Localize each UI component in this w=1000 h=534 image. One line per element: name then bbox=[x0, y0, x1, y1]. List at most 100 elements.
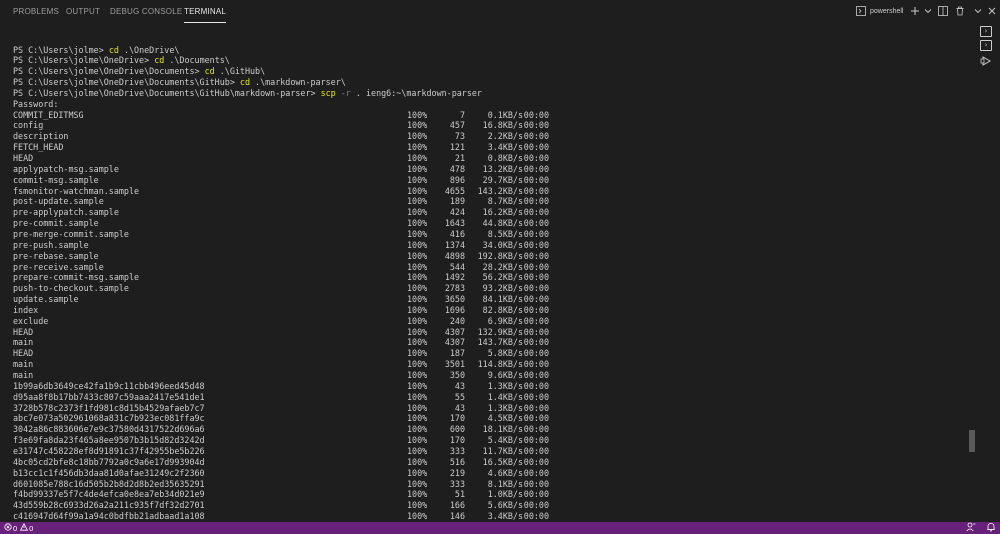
transfer-time: 00:00 bbox=[523, 239, 549, 250]
tab-output[interactable]: OUTPUT bbox=[66, 7, 100, 23]
warning-icon bbox=[20, 522, 29, 533]
file-size: 3501 bbox=[444, 359, 465, 370]
transfer-rate: 84.1KB/s bbox=[482, 294, 523, 305]
transfer-rate: 29.7KB/s bbox=[482, 174, 523, 185]
transfer-time: 00:00 bbox=[523, 489, 549, 500]
vscode-panel: PROBLEMS OUTPUT DEBUG CONSOLE TERMINAL p… bbox=[0, 0, 1000, 534]
transfer-time: 00:00 bbox=[523, 131, 549, 142]
file-size: 21 bbox=[454, 153, 465, 163]
transfer-percent: 100% bbox=[407, 370, 428, 380]
error-icon bbox=[4, 523, 12, 533]
transfer-row: 4bc05cd2bfe8c18bb7792a0c9a6e17d993904d 10… bbox=[13, 457, 573, 468]
tab-problems[interactable]: PROBLEMS bbox=[13, 7, 59, 23]
terminal-instance-2[interactable]: › bbox=[980, 40, 992, 51]
transfer-row: HEAD 100% 187 5.8KB/s 00:00 bbox=[13, 348, 573, 359]
transfer-rate: 3.4KB/s bbox=[487, 511, 523, 522]
file-size: 189 bbox=[449, 196, 465, 207]
transfer-row: main 100% 4307 143.7KB/s 00:00 bbox=[13, 337, 573, 348]
file-name: d95aa8f8b17bb7433c807c59aaa2417e541de1 bbox=[13, 391, 205, 402]
problems-status[interactable]: 0 0 bbox=[4, 522, 33, 534]
close-panel-button[interactable] bbox=[988, 4, 996, 18]
file-size: 43 bbox=[454, 402, 465, 413]
transfer-rate: 5.6KB/s bbox=[487, 500, 523, 511]
transfer-row: 1b99a6db3649ce42fa1b9c11cbb496eed45d48 10… bbox=[13, 381, 573, 392]
status-bar: 0 0 bbox=[0, 522, 1000, 534]
transfer-percent: 100% bbox=[407, 153, 428, 163]
terminal-launch-profile-button[interactable] bbox=[924, 4, 932, 18]
file-size: 4307 bbox=[444, 337, 465, 348]
transfer-time: 00:00 bbox=[523, 109, 549, 120]
file-name: pre-push.sample bbox=[13, 239, 89, 250]
terminal-selector[interactable]: powershell bbox=[856, 4, 903, 18]
file-size: 544 bbox=[449, 261, 465, 272]
transfer-rate: 11.7KB/s bbox=[482, 445, 523, 456]
close-icon bbox=[988, 7, 996, 15]
file-name: main bbox=[13, 370, 34, 380]
transfer-rate: 6.9KB/s bbox=[487, 315, 523, 326]
command-args: . ieng6:~\markdown-parser bbox=[350, 87, 482, 98]
file-size: 457 bbox=[449, 120, 465, 131]
transfer-row: description 100% 73 2.2KB/s 00:00 bbox=[13, 131, 573, 142]
tab-debug-console[interactable]: DEBUG CONSOLE bbox=[110, 7, 182, 23]
transfer-rate: 1.3KB/s bbox=[487, 402, 523, 413]
transfer-rate: 93.2KB/s bbox=[482, 283, 523, 294]
new-terminal-button[interactable] bbox=[910, 4, 920, 18]
file-name: main bbox=[13, 359, 34, 370]
transfer-row: pre-push.sample 100% 1374 34.0KB/s 00:00 bbox=[13, 240, 573, 251]
file-size: 1374 bbox=[444, 239, 465, 250]
transfer-time: 00:00 bbox=[523, 142, 549, 153]
transfer-row: d95aa8f8b17bb7433c807c59aaa2417e541de1 10… bbox=[13, 392, 573, 403]
tab-terminal[interactable]: TERMINAL bbox=[184, 7, 227, 23]
transfer-time: 00:00 bbox=[523, 163, 549, 174]
file-name: HEAD bbox=[13, 348, 34, 359]
transfer-rate: 4.6KB/s bbox=[487, 467, 523, 478]
transfer-rate: 2.2KB/s bbox=[487, 131, 523, 142]
transfer-rate: 34.0KB/s bbox=[482, 239, 523, 250]
transfer-percent: 100% bbox=[407, 304, 428, 315]
file-size: 219 bbox=[449, 467, 465, 478]
file-size: 333 bbox=[449, 478, 465, 489]
notifications-button[interactable] bbox=[986, 522, 996, 534]
terminal-instance-3[interactable] bbox=[980, 54, 992, 66]
terminal-output[interactable]: PS C:\Users\jolme> cd .\OneDrive\ PS C:\U… bbox=[0, 23, 975, 522]
terminal-icon bbox=[856, 6, 866, 16]
transfer-time: 00:00 bbox=[523, 348, 549, 359]
transfer-row: prepare-commit-msg.sample 100% 1492 56.2KB/… bbox=[13, 272, 573, 283]
debug-icon bbox=[980, 54, 992, 71]
file-name: pre-rebase.sample bbox=[13, 250, 99, 261]
file-size: 43 bbox=[454, 380, 465, 391]
maximize-panel-button[interactable] bbox=[974, 4, 982, 18]
transfer-time: 00:00 bbox=[523, 456, 549, 467]
terminal-instance-1[interactable]: › bbox=[980, 26, 992, 37]
transfer-time: 00:00 bbox=[523, 467, 549, 478]
file-size: 4898 bbox=[444, 250, 465, 261]
file-size: 3650 bbox=[444, 294, 465, 305]
transfer-percent: 100% bbox=[407, 511, 428, 522]
file-size: 478 bbox=[449, 163, 465, 174]
live-share-button[interactable] bbox=[966, 522, 976, 534]
plus-icon bbox=[910, 6, 920, 16]
transfer-row: pre-receive.sample 100% 544 28.2KB/s 00:00 bbox=[13, 262, 573, 273]
account-feedback-icon bbox=[966, 522, 976, 534]
file-name: pre-merge-commit.sample bbox=[13, 228, 129, 239]
file-name: 3728b578c2373f1fd981c8d15b4529afaeb7c7 bbox=[13, 402, 205, 413]
command-line: PS C:\Users\jolme\OneDrive> cd .\Documen… bbox=[13, 55, 230, 66]
transfer-percent: 100% bbox=[407, 435, 428, 446]
transfer-percent: 100% bbox=[407, 131, 428, 142]
split-terminal-button[interactable] bbox=[938, 4, 948, 18]
file-size: 424 bbox=[449, 207, 465, 218]
transfer-time: 00:00 bbox=[523, 326, 549, 337]
file-name: 43d559b28c6933d26a2a211c935f7df32d2701 bbox=[13, 500, 205, 511]
kill-terminal-button[interactable] bbox=[955, 4, 965, 18]
transfer-percent: 100% bbox=[407, 196, 428, 207]
command-args: .\GitHub\ bbox=[214, 66, 266, 77]
transfer-rate: 16.2KB/s bbox=[482, 207, 523, 218]
file-name: fsmonitor-watchman.sample bbox=[13, 185, 140, 196]
file-size: 187 bbox=[449, 348, 465, 359]
transfer-time: 00:00 bbox=[523, 228, 549, 239]
file-name: 4bc05cd2bfe8c18bb7792a0c9a6e17d993904d bbox=[13, 456, 205, 467]
file-name: FETCH_HEAD bbox=[13, 142, 64, 153]
file-name: COMMIT_EDITMSG bbox=[13, 109, 84, 120]
file-size: 170 bbox=[449, 435, 465, 446]
bell-icon bbox=[986, 522, 996, 534]
